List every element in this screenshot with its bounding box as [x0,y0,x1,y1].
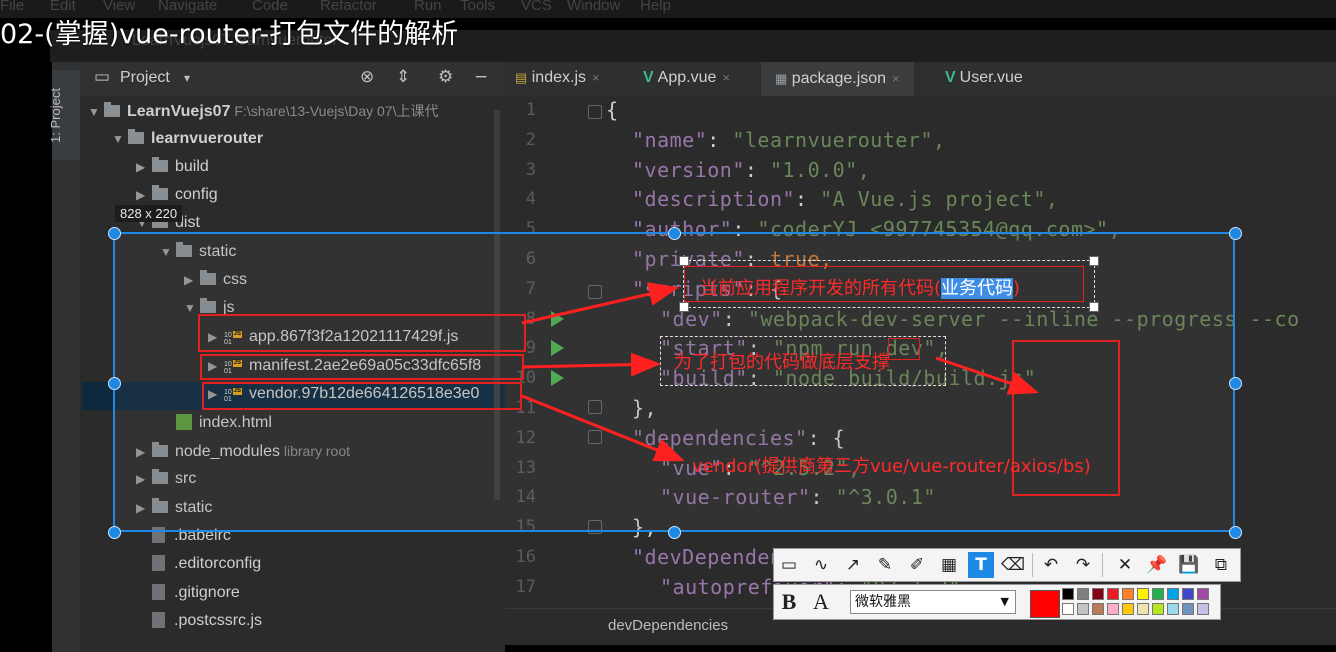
save-icon[interactable]: 💾 [1176,552,1202,578]
color-swatch[interactable] [1062,603,1074,615]
text-tool-icon[interactable]: T [968,552,994,578]
font-family-select[interactable]: 微软雅黑 ▼ [850,590,1016,614]
color-swatch[interactable] [1107,603,1119,615]
pin-icon[interactable]: 📌 [1144,552,1170,578]
arrow-to-build-box [935,356,1039,395]
pencil-icon[interactable]: ✎ [872,552,898,578]
marker-icon[interactable]: ✐ [904,552,930,578]
color-swatch[interactable] [1197,603,1209,615]
arrow-tool-icon[interactable]: ↗ [840,552,866,578]
pen-icon[interactable]: ∿ [808,552,834,578]
arrow-to-manifest-note [521,352,661,377]
color-swatch[interactable] [1167,588,1179,600]
color-swatch[interactable] [1077,603,1089,615]
cancel-icon[interactable]: ✕ [1112,552,1138,578]
mosaic-icon[interactable]: ▦ [936,552,962,578]
arrow-to-app-note [521,282,679,325]
arrow-to-vendor-note [521,394,685,462]
text-style-toolbar: B A 微软雅黑 ▼ [773,584,1221,620]
copy-icon[interactable]: ⧉ [1208,552,1234,578]
font-style-button[interactable]: A [808,589,834,615]
color-swatch[interactable] [1062,588,1074,600]
current-color-swatch[interactable] [1030,590,1060,618]
annotation-toolbar: ▭ ∿ ↗ ✎ ✐ ▦ T ⌫ ↶ ↷ ✕ 📌 💾 ⧉ [773,548,1241,582]
color-swatch[interactable] [1137,603,1149,615]
color-swatch[interactable] [1167,603,1179,615]
bold-button[interactable]: B [776,589,802,615]
color-swatch[interactable] [1182,588,1194,600]
toolbar-divider [1032,553,1033,577]
color-swatch[interactable] [1122,603,1134,615]
color-swatch[interactable] [1092,588,1104,600]
rect-select-icon[interactable]: ▭ [776,552,802,578]
color-swatch[interactable] [1182,603,1194,615]
color-swatch[interactable] [1092,603,1104,615]
color-swatch[interactable] [1107,588,1119,600]
color-swatch[interactable] [1077,588,1089,600]
color-swatch[interactable] [1137,588,1149,600]
eraser-icon[interactable]: ⌫ [1000,552,1026,578]
color-swatch[interactable] [1197,588,1209,600]
color-swatch[interactable] [1122,588,1134,600]
color-swatch[interactable] [1152,603,1164,615]
color-swatch[interactable] [1152,588,1164,600]
undo-icon[interactable]: ↶ [1038,552,1064,578]
toolbar-divider [1102,553,1103,577]
font-family-value: 微软雅黑 [855,594,911,610]
redo-icon[interactable]: ↷ [1070,552,1096,578]
chevron-down-icon: ▼ [1000,595,1009,608]
